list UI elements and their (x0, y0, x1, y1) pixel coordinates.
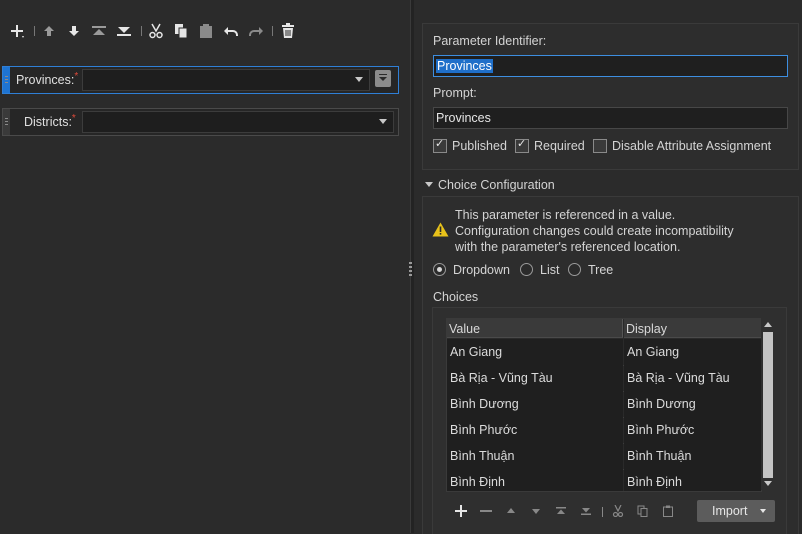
table-row[interactable]: Bình Thuận Bình Thuận (447, 443, 761, 470)
warning-text-line-1: This parameter is referenced in a value. (455, 208, 676, 222)
cut-icon[interactable] (147, 22, 165, 40)
display-cell[interactable]: Bình Thuận (627, 449, 691, 463)
value-cell[interactable]: Bình Thuận (450, 449, 514, 463)
required-label: Required (534, 139, 585, 153)
parameter-label: Provinces:* (16, 71, 79, 87)
scroll-up-icon[interactable] (764, 322, 772, 327)
list-radio[interactable] (520, 263, 533, 276)
parameter-menu-button[interactable] (375, 70, 391, 87)
display-cell[interactable]: Bình Phước (627, 423, 694, 437)
parameter-row-districts[interactable]: Districts:* (2, 108, 399, 136)
value-cell[interactable]: Bình Phước (450, 423, 517, 437)
published-label: Published (452, 139, 507, 153)
scroll-thumb[interactable] (763, 332, 773, 478)
splitter-grip[interactable] (409, 262, 412, 278)
choices-table: Value Display An Giang An Giang Bà Rịa -… (446, 318, 762, 492)
prompt-value: Provinces (436, 111, 491, 125)
collapse-triangle-icon[interactable] (425, 182, 433, 187)
chevron-down-icon (379, 119, 387, 124)
toolbar-separator (602, 507, 603, 517)
table-row[interactable]: Bình Phước Bình Phước (447, 417, 761, 444)
choices-label: Choices (433, 290, 479, 304)
required-checkbox[interactable] (515, 137, 529, 153)
column-header-value[interactable]: Value (447, 319, 623, 338)
list-radio-label: List (540, 263, 560, 277)
identifier-label: Parameter Identifier: (433, 34, 547, 48)
identifier-input[interactable]: Provinces (433, 55, 788, 77)
published-checkbox[interactable] (433, 137, 447, 153)
parameter-row-provinces[interactable]: Provinces:* (2, 66, 399, 94)
copy-icon[interactable] (636, 504, 650, 518)
display-cell[interactable]: Bình Dương (627, 397, 696, 411)
paste-icon[interactable] (197, 22, 215, 40)
chevron-down-icon (355, 77, 363, 82)
warning-icon (432, 222, 449, 240)
value-cell[interactable]: Bà Rịa - Vũng Tàu (450, 371, 553, 385)
toolbar-separator (141, 26, 142, 36)
move-down-icon[interactable] (65, 22, 83, 40)
prompt-label: Prompt: (433, 86, 477, 100)
value-cell[interactable]: Bình Dương (450, 397, 519, 411)
disable-attribute-label: Disable Attribute Assignment (612, 139, 772, 153)
table-scrollbar[interactable] (761, 318, 775, 490)
copy-icon[interactable] (172, 22, 190, 40)
toolbar-separator (272, 26, 273, 36)
drag-handle[interactable] (3, 67, 10, 93)
required-star: * (71, 113, 76, 124)
display-cell[interactable]: Bình Định (627, 475, 682, 489)
undo-icon[interactable] (222, 22, 240, 40)
disable-attribute-checkbox[interactable] (593, 139, 607, 153)
toolbar-separator (34, 26, 35, 36)
display-cell[interactable]: Bà Rịa - Vũng Tàu (627, 371, 730, 385)
remove-row-icon[interactable] (479, 504, 493, 518)
drag-handle[interactable] (3, 109, 10, 135)
tree-radio-label: Tree (588, 263, 614, 277)
add-icon[interactable] (8, 22, 26, 40)
move-top-icon[interactable] (90, 22, 108, 40)
identifier-value: Provinces (436, 59, 493, 73)
dropdown-radio[interactable] (433, 263, 446, 276)
move-up-icon[interactable] (40, 22, 58, 40)
value-cell[interactable]: Bình Định (450, 475, 505, 489)
table-row[interactable]: Bà Rịa - Vũng Tàu Bà Rịa - Vũng Tàu (447, 365, 761, 392)
display-cell[interactable]: An Giang (627, 345, 679, 359)
move-bottom-icon[interactable] (115, 22, 133, 40)
parameter-label: Districts:* (24, 113, 76, 129)
table-row[interactable]: Bình Định Bình Định (447, 469, 761, 491)
table-row[interactable]: Bình Dương Bình Dương (447, 391, 761, 418)
prompt-input[interactable]: Provinces (433, 107, 788, 129)
paste-icon[interactable] (661, 504, 675, 518)
dropdown-radio-label: Dropdown (453, 263, 510, 277)
import-button[interactable]: Import (697, 500, 775, 522)
provinces-dropdown[interactable] (82, 69, 370, 91)
districts-dropdown[interactable] (82, 111, 394, 133)
move-top-icon[interactable] (554, 504, 568, 518)
table-row[interactable]: An Giang An Giang (447, 339, 761, 366)
warning-text-line-3: with the parameter's referenced location… (455, 240, 681, 254)
add-row-icon[interactable] (454, 504, 468, 518)
import-button-label: Import (712, 504, 748, 518)
move-down-icon[interactable] (529, 504, 543, 518)
required-star: * (74, 71, 79, 82)
tree-radio[interactable] (568, 263, 581, 276)
value-cell[interactable]: An Giang (450, 345, 502, 359)
cut-icon[interactable] (611, 504, 625, 518)
parameters-pane: Provinces:* Districts:* (0, 0, 410, 533)
choice-configuration-header[interactable]: Choice Configuration (438, 178, 555, 192)
column-header-display[interactable]: Display (624, 319, 761, 338)
move-bottom-icon[interactable] (579, 504, 593, 518)
scroll-down-icon[interactable] (764, 481, 772, 486)
move-up-icon[interactable] (504, 504, 518, 518)
redo-icon[interactable] (247, 22, 265, 40)
warning-text-line-2: Configuration changes could create incom… (455, 224, 734, 238)
delete-icon[interactable] (279, 22, 297, 40)
chevron-down-icon (760, 509, 766, 513)
